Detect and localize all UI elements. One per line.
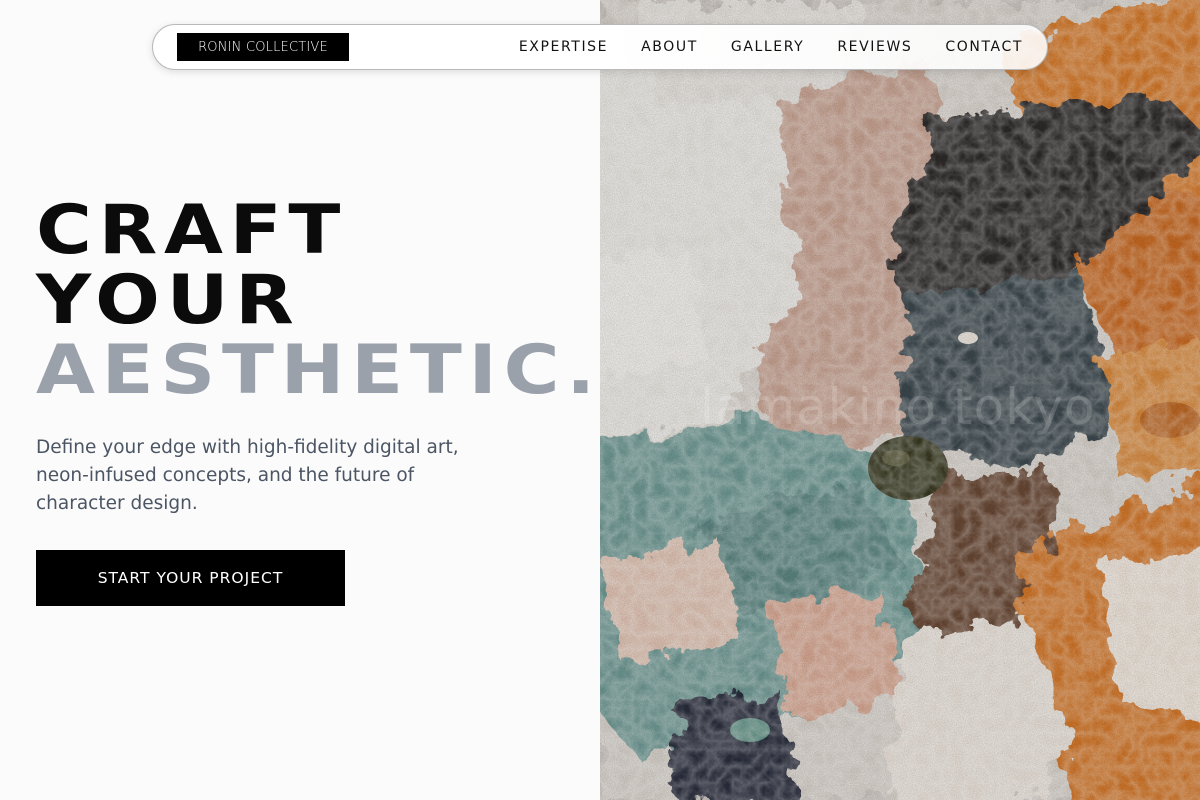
nav-link-reviews[interactable]: REVIEWS — [837, 39, 912, 55]
nav-link-contact[interactable]: CONTACT — [945, 39, 1023, 55]
nav-link-expertise[interactable]: EXPERTISE — [519, 39, 608, 55]
top-navigation: RONIN COLLECTIVE EXPERTISE ABOUT GALLERY… — [152, 24, 1048, 70]
nav-link-about[interactable]: ABOUT — [641, 39, 698, 55]
brand-logo[interactable]: RONIN COLLECTIVE — [177, 33, 349, 61]
nav-links: EXPERTISE ABOUT GALLERY REVIEWS CONTACT — [519, 25, 1023, 69]
headline-line-1: CRAFT — [36, 191, 348, 270]
headline-line-3: AESTHETIC. — [36, 331, 602, 410]
hero-headline: CRAFT YOUR AESTHETIC. — [36, 196, 602, 406]
hero-artwork: lamakino.tokyo — [600, 0, 1200, 800]
nav-link-gallery[interactable]: GALLERY — [731, 39, 804, 55]
watermark-text: lamakino.tokyo — [700, 378, 1096, 436]
headline-line-2: YOUR — [36, 261, 301, 340]
hero-subtitle: Define your edge with high-fidelity digi… — [36, 437, 459, 514]
start-project-button[interactable]: START YOUR PROJECT — [36, 550, 345, 606]
